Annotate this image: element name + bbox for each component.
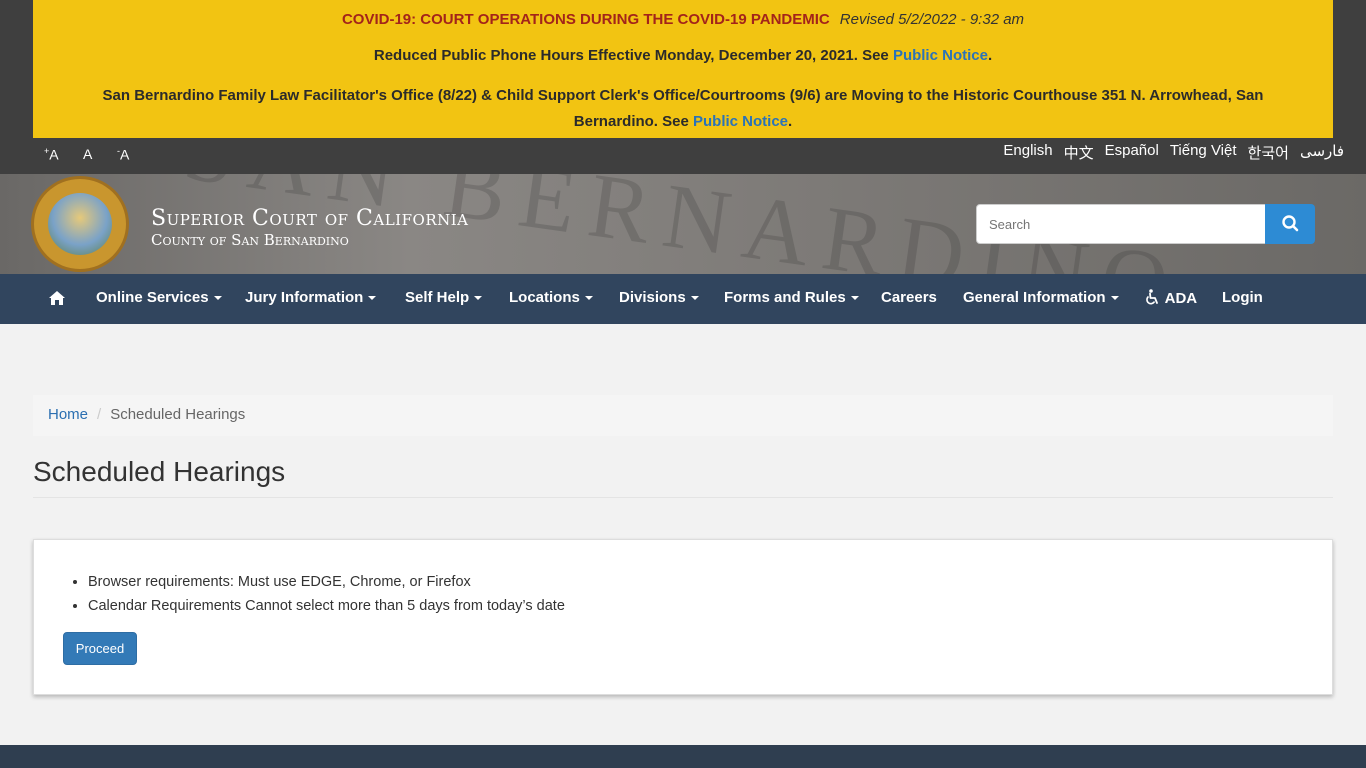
- office-move-notice: San Bernardino Family Law Facilitator's …: [33, 83, 1333, 135]
- lang-chinese[interactable]: 中文: [1064, 142, 1094, 163]
- punctuation: .: [987, 47, 993, 64]
- nav-ada[interactable]: ADA: [1145, 289, 1197, 307]
- list-item: Calendar Requirements Cannot select more…: [88, 598, 565, 614]
- title-divider: [33, 497, 1333, 498]
- page-title: Scheduled Hearings: [33, 456, 286, 487]
- utility-bar: +A A -A English 中文 Español Tiếng Việt 한국…: [0, 138, 1366, 174]
- punctuation: .: [788, 113, 793, 130]
- content-panel: Browser requirements: Must use EDGE, Chr…: [33, 539, 1333, 695]
- breadcrumb: Home / Scheduled Hearings: [33, 395, 1333, 436]
- office-move-text: San Bernardino Family Law Facilitator's …: [102, 87, 1264, 130]
- chevron-down-icon: [584, 296, 593, 301]
- nav-jury-information[interactable]: Jury Information: [245, 289, 377, 306]
- nav-label: Locations: [509, 289, 580, 306]
- nav-locations[interactable]: Locations: [509, 289, 593, 306]
- language-selector: English 中文 Español Tiếng Việt 한국어 فارسی: [1003, 142, 1344, 163]
- lang-spanish[interactable]: Español: [1105, 142, 1159, 163]
- nav-general-information[interactable]: General Information: [963, 289, 1119, 306]
- font-letter: A: [120, 146, 130, 163]
- chevron-down-icon: [368, 296, 377, 301]
- lang-korean[interactable]: 한국어: [1248, 142, 1289, 163]
- decrease-font-button[interactable]: -A: [117, 146, 129, 163]
- nav-label: Login: [1222, 289, 1263, 306]
- breadcrumb-current: Scheduled Hearings: [110, 406, 246, 423]
- lang-farsi[interactable]: فارسی: [1300, 142, 1344, 163]
- requirements-list: Browser requirements: Must use EDGE, Chr…: [88, 574, 565, 622]
- nav-forms-and-rules[interactable]: Forms and Rules: [724, 289, 859, 306]
- nav-label: Forms and Rules: [724, 289, 846, 306]
- public-notice-link-1[interactable]: Public Notice: [893, 47, 988, 64]
- breadcrumb-home-link[interactable]: Home: [48, 406, 88, 423]
- chevron-down-icon: [213, 296, 222, 301]
- phone-hours-text: Reduced Public Phone Hours Effective Mon…: [373, 47, 893, 64]
- seal-emblem: [48, 193, 112, 255]
- court-subtitle: County of San Bernardino: [151, 231, 349, 249]
- normal-font-button[interactable]: A: [83, 146, 92, 162]
- home-icon: [49, 291, 65, 305]
- court-title[interactable]: Superior Court of California: [151, 206, 469, 231]
- revised-date: Revised 5/2/2022 - 9:32 am: [839, 11, 1025, 28]
- phone-hours-notice: Reduced Public Phone Hours Effective Mon…: [33, 47, 1333, 64]
- nav-label: Jury Information: [245, 289, 364, 306]
- lang-english[interactable]: English: [1003, 142, 1052, 163]
- public-notice-link-2[interactable]: Public Notice: [693, 113, 788, 130]
- alert-banner: COVID-19: COURT OPERATIONS DURING THE CO…: [33, 0, 1333, 138]
- lang-vietnamese[interactable]: Tiếng Việt: [1170, 142, 1237, 163]
- search-icon: [1282, 215, 1299, 232]
- search-input[interactable]: [976, 204, 1266, 244]
- wheelchair-icon: [1146, 289, 1158, 305]
- site-header: SAN BERNARDINO Superior Court of Califor…: [0, 174, 1366, 274]
- nav-label: ADA: [1164, 290, 1198, 307]
- covid-alert-link[interactable]: COVID-19: COURT OPERATIONS DURING THE CO…: [342, 11, 830, 28]
- nav-label: Online Services: [96, 289, 209, 306]
- chevron-down-icon: [850, 296, 859, 301]
- nav-label: Self Help: [405, 289, 470, 306]
- chevron-down-icon: [1110, 296, 1119, 301]
- nav-self-help[interactable]: Self Help: [405, 289, 483, 306]
- nav-label: Careers: [881, 289, 937, 306]
- chevron-down-icon: [690, 296, 699, 301]
- breadcrumb-separator: /: [97, 406, 102, 423]
- site-footer: [0, 745, 1366, 768]
- nav-careers[interactable]: Careers: [881, 289, 937, 306]
- increase-font-button[interactable]: +A: [44, 146, 59, 163]
- font-letter: A: [83, 146, 93, 162]
- nav-login[interactable]: Login: [1222, 289, 1263, 306]
- font-letter: A: [49, 146, 59, 163]
- proceed-button[interactable]: Proceed: [63, 632, 137, 665]
- search-button[interactable]: [1265, 204, 1315, 244]
- chevron-down-icon: [474, 296, 483, 301]
- list-item: Browser requirements: Must use EDGE, Chr…: [88, 574, 565, 590]
- nav-divisions[interactable]: Divisions: [619, 289, 699, 306]
- nav-label: Divisions: [619, 289, 686, 306]
- covid-alert-line: COVID-19: COURT OPERATIONS DURING THE CO…: [33, 11, 1333, 28]
- court-seal-logo[interactable]: [31, 176, 129, 272]
- nav-home[interactable]: [48, 290, 66, 310]
- nav-online-services[interactable]: Online Services: [96, 289, 222, 306]
- nav-label: General Information: [963, 289, 1106, 306]
- main-navigation: Online Services Jury Information Self He…: [0, 274, 1366, 324]
